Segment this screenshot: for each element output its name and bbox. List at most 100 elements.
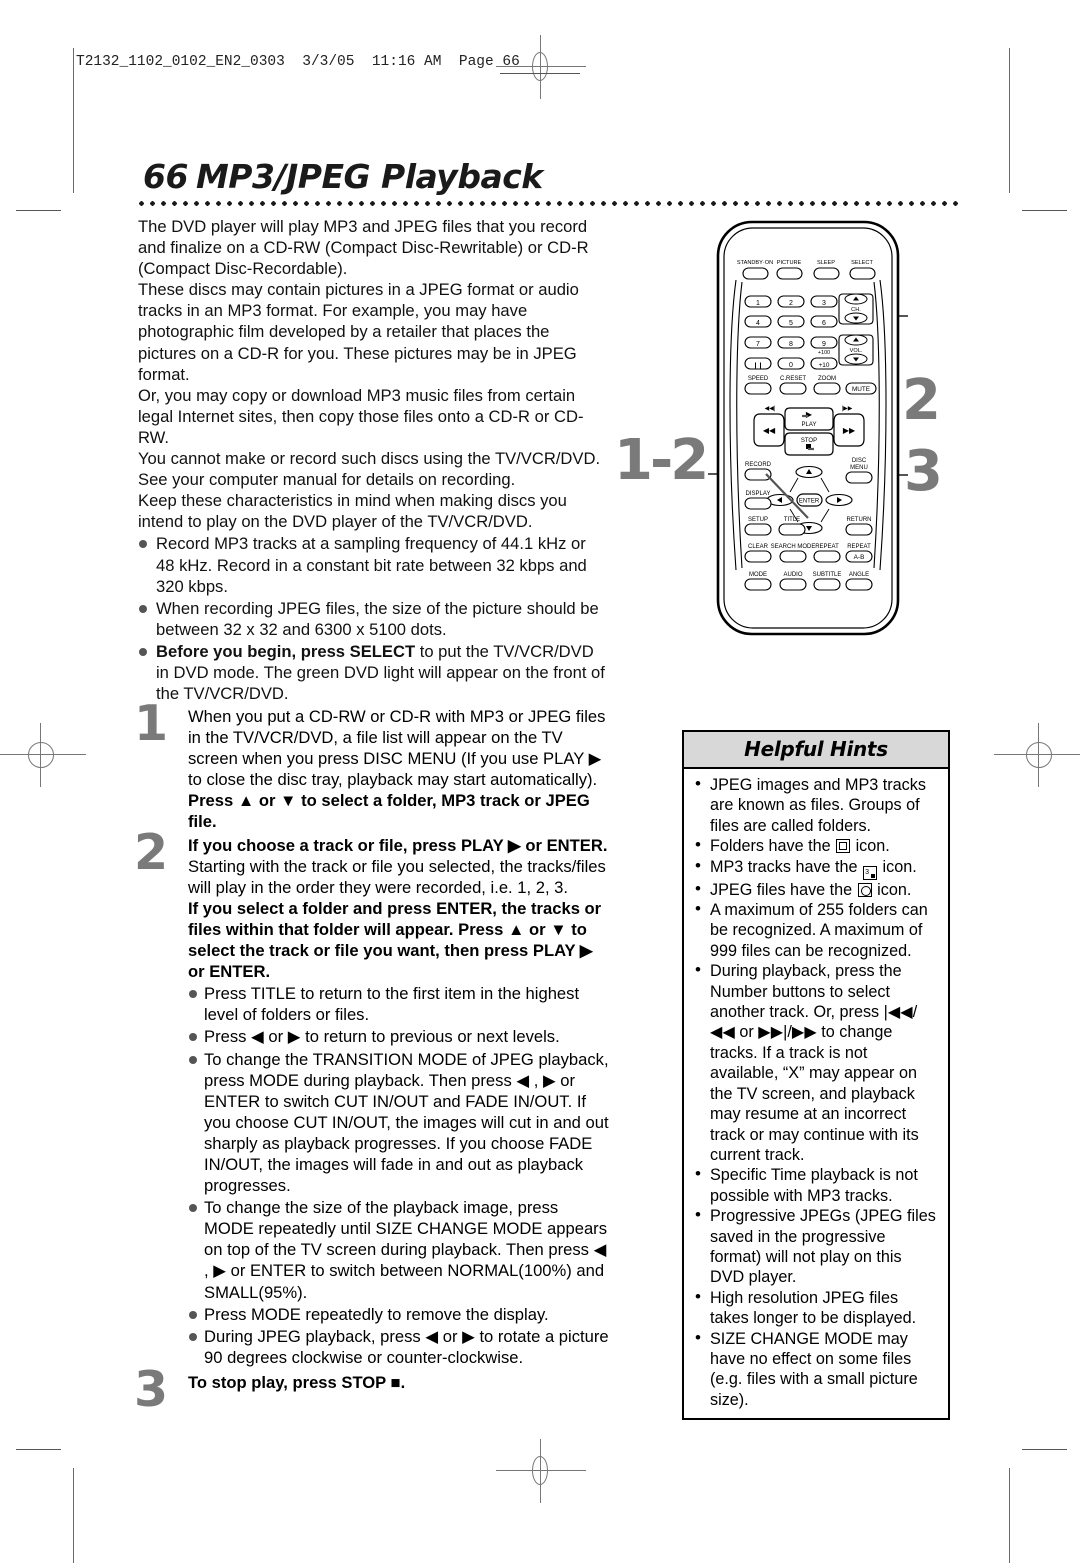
callout-2: 2 (902, 368, 941, 433)
crop-mark-right-edge-bottom (1022, 1449, 1067, 1450)
svg-text:0: 0 (789, 362, 793, 369)
bullet-dot-icon: • (695, 855, 701, 875)
jpeg-icon (857, 882, 872, 897)
hint-item: • JPEG files have the icon. (691, 878, 940, 900)
svg-text:SELECT: SELECT (851, 260, 873, 266)
hint-item: • MP3 tracks have the 3 icon. (691, 855, 940, 880)
mp3-icon: 3 (863, 865, 878, 880)
svg-text:MODE: MODE (749, 572, 767, 578)
svg-text:◀◀: ◀◀ (763, 426, 776, 435)
page-title: 66 MP3/JPEG Playback (143, 157, 543, 196)
title-dotted-rule (136, 201, 960, 206)
bullet-dot-icon: • (695, 835, 701, 855)
hint-text: SIZE CHANGE MODE may have no effect on s… (710, 1329, 918, 1409)
bullet-dot-icon (189, 990, 197, 999)
registration-target-right (994, 723, 1080, 787)
step-2-bold-lead: If you choose a track or file, press PLA… (188, 835, 608, 855)
step-3-bold: To stop play, press STOP ■. (188, 1372, 406, 1392)
hint-text-post: icon. (851, 837, 890, 856)
hint-text-post: icon. (872, 880, 912, 899)
bullet-dot-icon: • (695, 1164, 701, 1184)
intro-paragraph: These discs may contain pictures in a JP… (138, 280, 579, 384)
svg-text:▶▶: ▶▶ (843, 426, 856, 435)
svg-text:SUBTITLE: SUBTITLE (813, 572, 842, 578)
step-3: 3 To stop play, press STOP ■. (134, 1365, 609, 1414)
svg-text:+10: +10 (819, 362, 830, 369)
hint-text: Specific Time playback is not possible w… (710, 1166, 918, 1205)
hint-item: • Folders have the icon. (691, 835, 940, 856)
svg-text:4: 4 (756, 320, 760, 327)
svg-text:ENTER: ENTER (799, 499, 820, 505)
hint-item: • Specific Time playback is not possible… (691, 1164, 940, 1206)
svg-text:RETURN: RETURN (847, 517, 872, 523)
svg-text:MENU: MENU (850, 465, 868, 471)
svg-text:AUDIO: AUDIO (783, 572, 802, 578)
intro-bullet-text: When recording JPEG files, the size of t… (156, 598, 599, 639)
remote-control-illustration: STANDBY·ON PICTURE SLEEP SELECT 1 2 3 4 … (612, 218, 982, 638)
page-title-text: MP3/JPEG Playback (195, 157, 543, 196)
step-2-bullet: To change the size of the playback image… (188, 1197, 609, 1302)
print-slug-underline (500, 73, 580, 74)
svg-text:▶: ▶ (806, 410, 813, 419)
svg-text:SPEED: SPEED (748, 376, 769, 382)
hint-text: Folders have the (710, 837, 836, 856)
step-1-text: When you put a CD-RW or CD-R with MP3 or… (188, 707, 606, 790)
svg-text:3: 3 (822, 300, 826, 307)
hint-item: • JPEG images and MP3 tracks are known a… (691, 774, 940, 836)
svg-text:1: 1 (756, 300, 760, 307)
step-2-bullet-text: Press TITLE to return to the first item … (204, 984, 580, 1025)
callout-1-2: 1-2 (614, 428, 709, 493)
svg-text:CH.: CH. (851, 307, 861, 313)
svg-text:ZOOM: ZOOM (818, 376, 836, 382)
svg-text:8: 8 (789, 341, 793, 348)
intro-bullet: When recording JPEG files, the size of t… (138, 598, 608, 640)
svg-text:7: 7 (756, 341, 760, 348)
intro-bullet-text: Record MP3 tracks at a sampling frequenc… (156, 534, 587, 596)
step-2-bullet-text: To change the size of the playback image… (204, 1198, 607, 1302)
svg-text:MUTE: MUTE (852, 386, 870, 393)
bullet-dot-icon: • (695, 774, 701, 793)
bullet-dot-icon: • (695, 960, 701, 980)
step-2-bullet: Press TITLE to return to the first item … (188, 983, 609, 1025)
step-2-bold-block: If you select a folder and press ENTER, … (188, 898, 609, 982)
bullet-dot-icon (189, 1310, 197, 1319)
svg-text:VOL.: VOL. (850, 348, 863, 354)
crop-mark-left-bottom (73, 1468, 74, 1563)
svg-text:ANGLE: ANGLE (849, 572, 869, 578)
intro-paragraph: You cannot make or record such discs usi… (138, 449, 601, 490)
svg-text:PLAY: PLAY (802, 422, 817, 428)
svg-text:+100: +100 (818, 350, 830, 356)
intro-body: The DVD player will play MP3 and JPEG fi… (138, 216, 608, 704)
svg-text:PICTURE: PICTURE (777, 260, 802, 266)
svg-text:DISPLAY: DISPLAY (746, 491, 771, 497)
step-3-body: To stop play, press STOP ■. (188, 1372, 609, 1393)
step-1: 1 When you put a CD-RW or CD-R with MP3 … (134, 699, 609, 833)
crop-mark-right-top (1009, 48, 1010, 193)
bullet-dot-icon (189, 1033, 197, 1042)
svg-text:A-B: A-B (854, 554, 865, 561)
step-1-bold: Press ▲ or ▼ to select a folder, MP3 tra… (188, 791, 590, 832)
svg-text:C.RESET: C.RESET (780, 376, 806, 382)
svg-text:TITLE: TITLE (784, 517, 800, 523)
step-2-bold-block-text: If you select a folder and press ENTER, … (188, 898, 602, 982)
helpful-hints-box: Helpful Hints • JPEG images and MP3 trac… (682, 730, 950, 1421)
bullet-dot-icon: • (695, 1286, 701, 1306)
svg-text:6: 6 (822, 320, 826, 327)
page-number: 66 (143, 157, 188, 196)
svg-text:9: 9 (822, 341, 826, 348)
step-2-bullets: Press TITLE to return to the first item … (188, 983, 609, 1368)
bullet-dot-icon: • (695, 1327, 701, 1347)
svg-text:❙❙: ❙❙ (753, 362, 763, 369)
svg-text:REPEAT: REPEAT (847, 544, 871, 550)
svg-text:RECORD: RECORD (745, 462, 772, 468)
svg-text:SEARCH MODE: SEARCH MODE (771, 544, 816, 550)
hint-text: MP3 tracks have the (710, 857, 863, 876)
hint-item: • During playback, press the Number butt… (691, 960, 940, 1165)
hint-item: • A maximum of 255 folders can be recogn… (691, 899, 940, 961)
hint-text-post: icon. (878, 857, 917, 876)
helpful-hints-title: Helpful Hints (684, 732, 948, 769)
bullet-dot-icon: • (695, 878, 701, 898)
intro-paragraph: Keep these characteristics in mind when … (138, 491, 567, 532)
hint-item: • SIZE CHANGE MODE may have no effect on… (691, 1327, 940, 1411)
intro-paragraph: Or, you may copy or download MP3 music f… (138, 385, 584, 447)
